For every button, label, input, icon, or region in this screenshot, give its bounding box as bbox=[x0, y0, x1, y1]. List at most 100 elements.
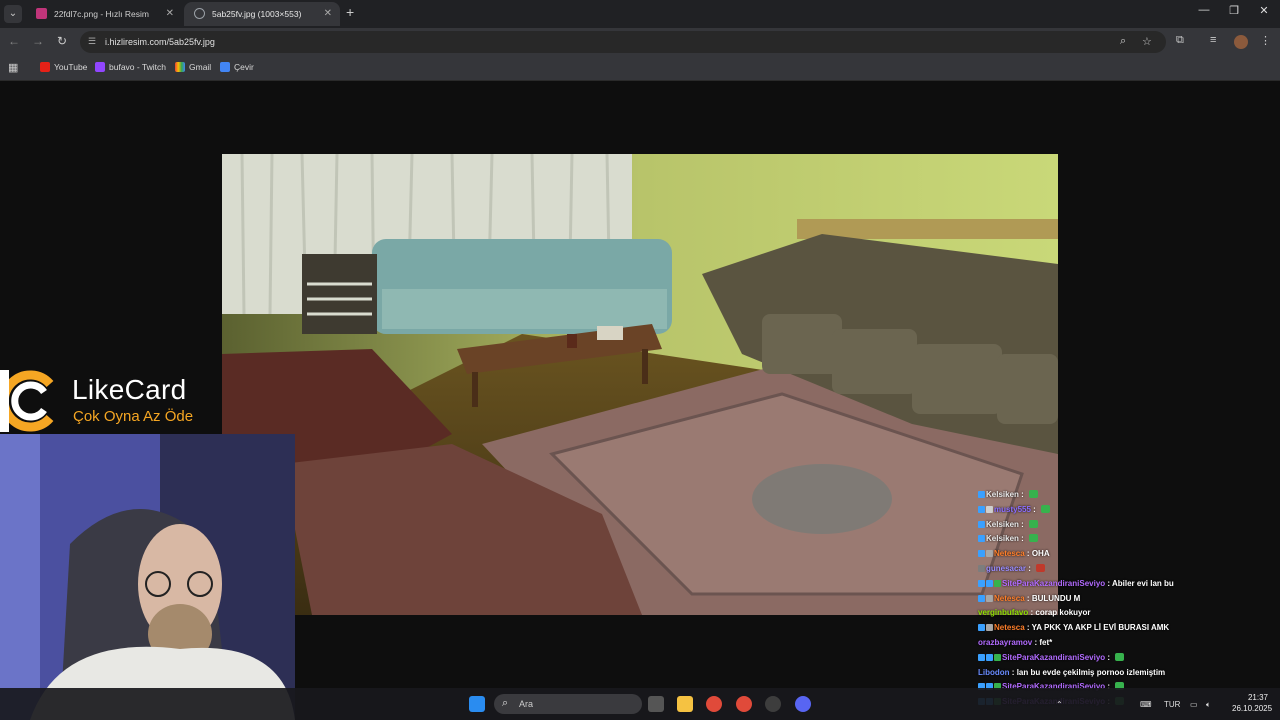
youtube-icon bbox=[40, 62, 50, 72]
chat-badge-icon bbox=[986, 505, 993, 513]
chat-badge-icon bbox=[986, 579, 993, 587]
task-view-icon[interactable] bbox=[648, 696, 664, 712]
chat-username[interactable]: Netesca bbox=[994, 549, 1025, 558]
taskbar-search[interactable]: ⌕ Ara bbox=[494, 694, 642, 714]
minimize-icon[interactable]: — bbox=[1194, 4, 1214, 16]
chat-emote-icon bbox=[1029, 519, 1039, 528]
tray-chevron-icon[interactable]: ⌃ bbox=[1056, 700, 1063, 709]
chat-separator: : bbox=[1011, 667, 1015, 677]
chat-username[interactable]: musty555 bbox=[994, 505, 1031, 514]
keyboard-icon[interactable]: ⌨ bbox=[1140, 700, 1152, 709]
sponsor-logo: LikeCard Çok Oyna Az Öde bbox=[0, 368, 222, 434]
chat-username[interactable]: Kelsiken bbox=[986, 520, 1019, 529]
globe-icon bbox=[194, 8, 205, 19]
chat-text: OHA bbox=[1031, 549, 1050, 559]
bookmark-translate[interactable]: Çevir bbox=[220, 56, 254, 78]
bookmark-star-icon[interactable]: ☆ bbox=[1142, 35, 1152, 48]
tab-title: 22fdl7c.png - Hızlı Resim bbox=[54, 9, 149, 19]
bookmark-gmail[interactable]: Gmail bbox=[175, 56, 211, 78]
new-tab-button[interactable]: + bbox=[346, 4, 354, 20]
file-explorer-icon[interactable] bbox=[677, 696, 693, 712]
chat-separator: : bbox=[1030, 608, 1034, 618]
chat-badge-icon bbox=[978, 505, 985, 513]
extensions-icon[interactable]: ⧉ bbox=[1176, 34, 1184, 47]
close-window-icon[interactable]: ✕ bbox=[1254, 4, 1274, 17]
profile-avatar[interactable] bbox=[1234, 35, 1248, 49]
restore-icon[interactable]: ❐ bbox=[1224, 4, 1244, 17]
chat-badge-icon bbox=[978, 535, 985, 543]
webcam-feed bbox=[0, 434, 295, 720]
bookmark-twitch[interactable]: bufavo - Twitch bbox=[95, 56, 166, 78]
volume-icon[interactable]: 🔈︎ bbox=[1206, 700, 1211, 710]
obs-icon[interactable] bbox=[765, 696, 781, 712]
chat-separator: : bbox=[1107, 652, 1111, 662]
tab-image-active[interactable]: 5ab25fv.jpg (1003×553) ✕ bbox=[184, 2, 340, 26]
language-indicator[interactable]: TUR bbox=[1164, 700, 1180, 709]
bookmark-youtube[interactable]: YouTube bbox=[40, 56, 87, 78]
chat-separator: : bbox=[1021, 490, 1024, 499]
bookmark-label: YouTube bbox=[54, 62, 88, 72]
address-bar[interactable]: ☰ i.hizliresim.com/5ab25fv.jpg ⌕ ☆ bbox=[80, 31, 1166, 53]
chat-badge-icon bbox=[978, 653, 985, 661]
streamer-webcam bbox=[0, 434, 295, 720]
chat-separator: : bbox=[1021, 519, 1024, 529]
tab-search-button[interactable]: ⌄ bbox=[4, 5, 22, 23]
chrome-icon[interactable] bbox=[706, 696, 722, 712]
search-icon: ⌕ bbox=[502, 697, 509, 709]
bookmark-label: bufavo - Twitch bbox=[109, 62, 167, 72]
taskbar-clock[interactable]: 21:37 26.10.2025 bbox=[1232, 692, 1273, 714]
discord-icon[interactable] bbox=[795, 696, 811, 712]
zoom-icon[interactable]: ⌕ bbox=[1120, 35, 1126, 48]
chat-badge-icon bbox=[994, 653, 1001, 661]
chat-emote-icon bbox=[1041, 504, 1051, 513]
chat-username[interactable]: orazbayramov bbox=[978, 638, 1032, 647]
chat-badge-icon bbox=[986, 653, 993, 661]
forward-icon[interactable]: → bbox=[30, 34, 46, 48]
likecard-logo-icon bbox=[0, 370, 54, 432]
chat-separator: : bbox=[1026, 593, 1030, 603]
chat-badge-icon bbox=[986, 624, 993, 632]
search-placeholder: Ara bbox=[519, 699, 534, 709]
chat-message: Netesca : BULUNDU M bbox=[978, 592, 1238, 607]
clock-date: 26.10.2025 bbox=[1232, 704, 1273, 713]
chat-username[interactable]: SiteParaKazandiraniSeviyo bbox=[1002, 653, 1105, 662]
reload-icon[interactable]: ↻ bbox=[54, 34, 70, 48]
close-tab-icon[interactable]: ✕ bbox=[166, 2, 174, 26]
chat-username[interactable]: Kelsiken bbox=[986, 534, 1019, 543]
tab-hizli-resim[interactable]: 22fdl7c.png - Hızlı Resim ✕ bbox=[26, 2, 182, 26]
chat-username[interactable]: Netesca bbox=[994, 594, 1025, 603]
chat-username[interactable]: SiteParaKazandiraniSeviyo bbox=[1002, 579, 1105, 588]
back-icon[interactable]: ← bbox=[6, 34, 22, 48]
chat-username[interactable]: gunesacar bbox=[986, 564, 1026, 573]
chat-badge-icon bbox=[978, 579, 985, 587]
apps-grid-icon[interactable]: ▦ bbox=[8, 61, 18, 74]
media-control-icon[interactable]: ≡ bbox=[1210, 34, 1216, 46]
chat-message: orazbayramov : fet* bbox=[978, 636, 1238, 651]
chat-badge-icon bbox=[986, 550, 993, 558]
windows-start-icon[interactable] bbox=[469, 696, 485, 712]
site-info-icon[interactable]: ☰ bbox=[88, 36, 98, 46]
chat-text: Abiler evi lan bu bbox=[1112, 578, 1174, 588]
chat-username[interactable]: Kelsiken bbox=[986, 490, 1019, 499]
network-icon[interactable]: ▭ bbox=[1190, 700, 1198, 709]
chat-text: lan bu evde çekilmiş pornoo izlemiştim bbox=[1016, 667, 1166, 677]
chat-username[interactable]: Libodon bbox=[978, 668, 1010, 677]
chat-emote-icon bbox=[1029, 534, 1039, 543]
bookmark-label: Gmail bbox=[189, 62, 212, 72]
brand-name: LikeCard bbox=[72, 374, 187, 405]
chrome-active-icon[interactable] bbox=[736, 696, 752, 712]
chat-text: YA PKK YA AKP Lİ EVİ BURASI AMK bbox=[1031, 623, 1170, 633]
chat-overlay: Kelsiken : musty555 : Kelsiken : Kelsike… bbox=[978, 488, 1238, 720]
chat-separator: : bbox=[1033, 504, 1036, 514]
close-tab-icon[interactable]: ✕ bbox=[324, 2, 332, 26]
bookmark-label: Çevir bbox=[234, 62, 254, 72]
chat-text: BULUNDU M bbox=[1031, 593, 1081, 603]
site-favicon-icon bbox=[36, 8, 47, 19]
chat-badge-icon bbox=[978, 491, 985, 498]
more-menu-icon[interactable]: ⋮ bbox=[1260, 34, 1271, 47]
url-text[interactable]: i.hizliresim.com/5ab25fv.jpg bbox=[105, 31, 215, 53]
chat-username[interactable]: verginbufavo bbox=[978, 608, 1028, 617]
displayed-image[interactable] bbox=[222, 154, 1058, 615]
chat-emote-icon bbox=[1036, 563, 1046, 572]
chat-username[interactable]: Netesca bbox=[994, 623, 1025, 632]
